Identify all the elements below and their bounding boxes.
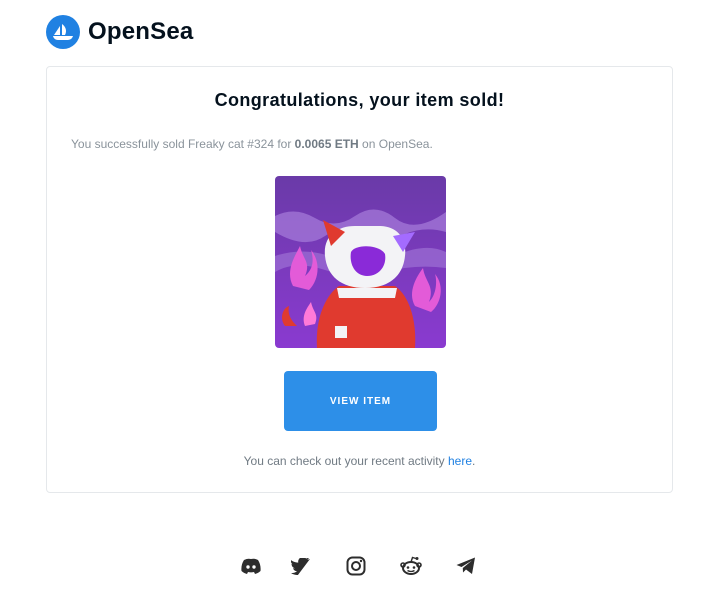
view-item-button[interactable]: VIEW ITEM bbox=[284, 371, 437, 431]
sale-message-suffix: on OpenSea. bbox=[358, 137, 433, 151]
reddit-icon[interactable] bbox=[399, 554, 423, 578]
activity-prefix: You can check out your recent activity bbox=[243, 454, 448, 468]
activity-link[interactable]: here bbox=[448, 454, 472, 468]
freaky-cat-illustration bbox=[275, 176, 446, 348]
activity-line: You can check out your recent activity h… bbox=[47, 454, 672, 468]
page-title: Congratulations, your item sold! bbox=[214, 90, 505, 110]
sale-message-prefix: You successfully sold Freaky cat #324 fo… bbox=[71, 137, 295, 151]
discord-icon[interactable] bbox=[239, 554, 263, 578]
activity-suffix: . bbox=[472, 454, 476, 468]
telegram-icon[interactable] bbox=[454, 554, 478, 578]
sale-card: Congratulations, your item sold! You suc… bbox=[46, 66, 673, 493]
social-links bbox=[237, 554, 487, 580]
nft-image[interactable] bbox=[275, 176, 446, 348]
header: OpenSea bbox=[46, 14, 193, 50]
sale-amount: 0.0065 ETH bbox=[294, 137, 359, 151]
instagram-icon[interactable] bbox=[344, 554, 368, 578]
twitter-icon[interactable] bbox=[289, 554, 313, 578]
sale-message: You successfully sold Freaky cat #324 fo… bbox=[71, 137, 433, 151]
brand-name[interactable]: OpenSea bbox=[88, 18, 193, 46]
opensea-logo-icon[interactable] bbox=[46, 15, 80, 49]
